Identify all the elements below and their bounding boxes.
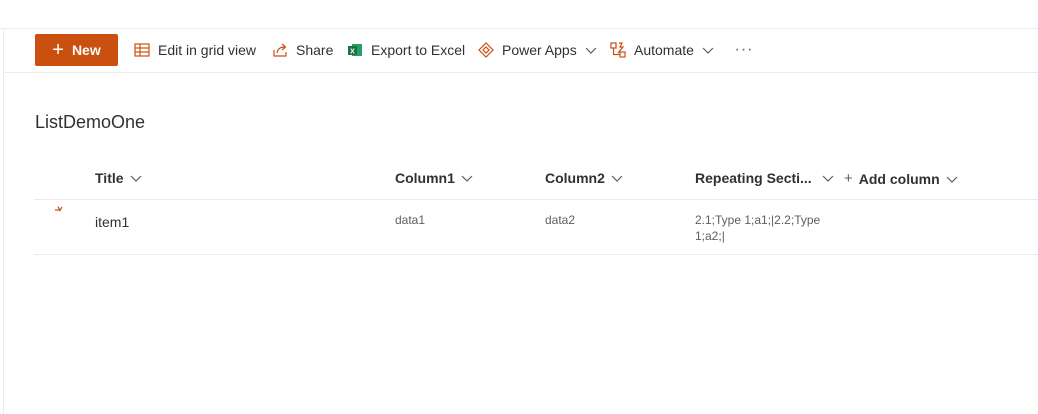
automate-icon xyxy=(610,42,626,58)
plus-icon: + xyxy=(844,170,853,187)
export-to-excel-label: Export to Excel xyxy=(371,42,466,58)
column-header-column1[interactable]: Column1 xyxy=(395,170,473,186)
page-title: ListDemoOne xyxy=(35,112,146,132)
column-header-label: Column2 xyxy=(545,170,605,186)
table-row[interactable]: item1 data1 data2 2.1;Type 1;a1;|2.2;Typ… xyxy=(34,200,1038,255)
left-rail xyxy=(0,28,4,414)
repeating-section-cell: 2.1;Type 1;a1;|2.2;Type 1;a2;| xyxy=(695,212,835,244)
top-strip xyxy=(0,0,1038,29)
svg-text:X: X xyxy=(350,49,355,56)
add-column-button[interactable]: + Add column xyxy=(844,170,958,187)
share-label: Share xyxy=(296,42,334,58)
chevron-down-icon xyxy=(611,175,623,182)
column-header-label: Column1 xyxy=(395,170,455,186)
grid-icon xyxy=(134,43,150,57)
command-bar: + New Edit in grid view Share X Export t… xyxy=(4,29,1038,73)
share-button[interactable]: Share xyxy=(272,34,333,66)
automate-label: Automate xyxy=(634,42,694,58)
power-apps-button[interactable]: Power Apps xyxy=(478,34,597,66)
more-options-button[interactable]: ··· xyxy=(732,34,756,66)
new-button[interactable]: + New xyxy=(35,34,118,66)
share-icon xyxy=(273,43,287,57)
chevron-down-icon xyxy=(702,47,714,54)
chevron-down-icon xyxy=(461,175,473,182)
add-column-label: Add column xyxy=(858,170,940,187)
excel-icon: X xyxy=(348,44,362,56)
chevron-down-icon xyxy=(946,176,958,183)
chevron-down-icon xyxy=(130,175,141,182)
export-to-excel-button[interactable]: X Export to Excel xyxy=(347,34,465,66)
more-icon: ··· xyxy=(734,41,754,58)
column-header-title[interactable]: Title xyxy=(95,170,142,186)
chevron-down-icon xyxy=(585,47,597,54)
chevron-down-icon xyxy=(822,175,834,182)
column-header-repeating-section[interactable]: Repeating Secti... xyxy=(695,170,834,186)
power-apps-icon xyxy=(478,42,494,58)
edit-in-grid-view-label: Edit in grid view xyxy=(158,42,257,58)
plus-icon: + xyxy=(52,39,64,61)
power-apps-label: Power Apps xyxy=(502,42,577,58)
column1-cell: data1 xyxy=(395,213,426,227)
item-title-link[interactable]: item1 xyxy=(95,214,129,230)
edit-in-grid-view-button[interactable]: Edit in grid view xyxy=(134,34,256,66)
column2-cell: data2 xyxy=(545,213,576,227)
new-button-label: New xyxy=(71,42,101,58)
column-header-label: Title xyxy=(95,170,124,186)
automate-button[interactable]: Automate xyxy=(610,34,714,66)
column-header-label: Repeating Secti... xyxy=(695,170,812,186)
column-header-column2[interactable]: Column2 xyxy=(545,170,623,186)
column-header-row: Title Column1 Column2 Repeating Secti...… xyxy=(34,158,1038,200)
repeating-section-line: 2.1;Type 1;a1;|2.2;Type xyxy=(695,213,821,227)
repeating-section-line: 1;a2;| xyxy=(695,229,725,243)
